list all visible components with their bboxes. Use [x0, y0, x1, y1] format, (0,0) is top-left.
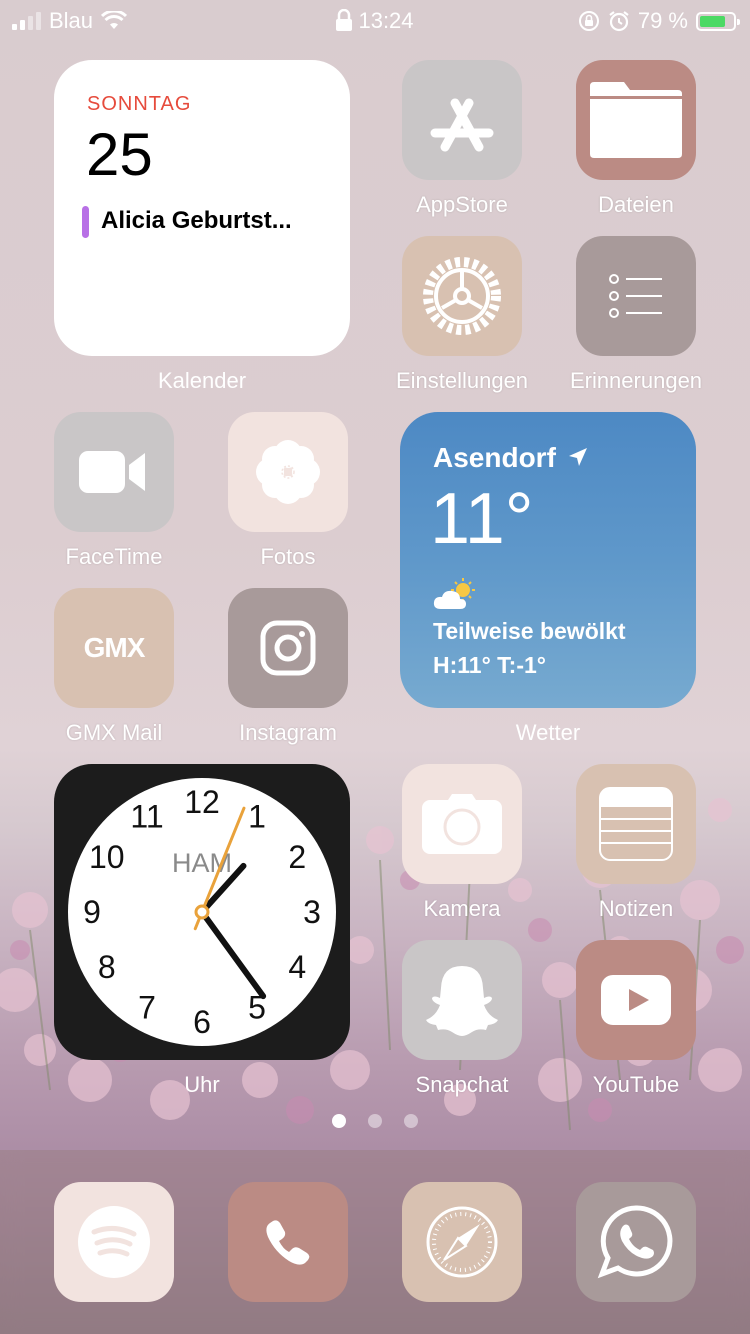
- calendar-date: 25: [86, 121, 153, 188]
- gmx-logo-text: GMX: [83, 632, 146, 663]
- app-label: Erinnerungen: [569, 368, 703, 393]
- gmx-logo-icon: GMX: [54, 588, 174, 708]
- instagram-icon: [228, 588, 348, 708]
- page-indicator[interactable]: [0, 1114, 750, 1128]
- notes-icon: [576, 764, 696, 884]
- dock-spotify[interactable]: [54, 1182, 174, 1302]
- clock-number: 9: [83, 894, 101, 930]
- app-gmx-mail[interactable]: GMX GMX Mail: [54, 588, 174, 746]
- app-einstellungen[interactable]: Einstellungen: [396, 236, 528, 394]
- dock: [0, 1150, 750, 1334]
- app-label: Fotos: [260, 544, 316, 569]
- clock-number: 3: [303, 894, 321, 930]
- battery-percent: 79 %: [637, 8, 688, 33]
- clock-number: 6: [193, 1004, 211, 1040]
- calendar-widget-label: Kalender: [157, 368, 247, 393]
- status-bar: Blau 13:24 79 %: [0, 0, 750, 40]
- location-arrow-icon: [568, 448, 587, 466]
- orientation-lock-icon: [578, 11, 599, 31]
- app-label: Einstellungen: [395, 368, 529, 393]
- page-dot[interactable]: [404, 1114, 418, 1128]
- safari-compass-icon: [402, 1182, 522, 1302]
- dock-safari[interactable]: [402, 1182, 522, 1302]
- clock-center-pin: [194, 904, 210, 920]
- analog-clock-face: HAM 12 1234567891011: [68, 778, 336, 1046]
- dock-whatsapp[interactable]: [576, 1182, 696, 1302]
- app-instagram[interactable]: Instagram: [228, 588, 348, 746]
- settings-gear-icon: [402, 236, 522, 356]
- alarm-icon: [609, 11, 629, 32]
- appstore-icon: [402, 60, 522, 180]
- app-fotos[interactable]: Fotos: [228, 412, 348, 570]
- app-dateien[interactable]: Dateien: [576, 60, 696, 218]
- page-dot[interactable]: [332, 1114, 346, 1128]
- weather-widget[interactable]: Asendorf 11° Teilweise bewölkt H:11° T:-…: [400, 412, 696, 708]
- weather-temperature: 11°: [430, 479, 534, 559]
- clock-number: 7: [138, 989, 156, 1025]
- clock-widget[interactable]: HAM 12 1 2 3 4 5 6 7 8 9 10 11: [54, 764, 350, 1060]
- photos-flower-icon: [228, 412, 348, 532]
- clock-number: 2: [288, 839, 306, 875]
- app-label: Dateien: [598, 192, 674, 217]
- calendar-event: Alicia Geburtst...: [101, 207, 292, 234]
- app-appstore[interactable]: AppStore: [402, 60, 522, 218]
- calendar-event-bar: [82, 206, 89, 238]
- app-label: Notizen: [598, 896, 674, 921]
- app-facetime[interactable]: FaceTime: [54, 412, 174, 570]
- phone-icon: [228, 1182, 348, 1302]
- clock-number: 4: [288, 949, 306, 985]
- weather-city: Asendorf: [433, 442, 588, 474]
- app-label: AppStore: [416, 192, 508, 217]
- clock-number: 8: [98, 949, 116, 985]
- camera-icon: [402, 764, 522, 884]
- spotify-icon: [54, 1182, 174, 1302]
- app-label: Snapchat: [415, 1072, 509, 1097]
- clock-number: 10: [89, 839, 125, 875]
- app-label: Instagram: [239, 720, 337, 745]
- youtube-play-icon: [576, 940, 696, 1060]
- app-label: FaceTime: [65, 544, 163, 569]
- app-label: YouTube: [592, 1072, 680, 1097]
- battery-icon: [696, 11, 740, 31]
- status-time: 13:24: [358, 8, 414, 33]
- reminders-icon: [576, 236, 696, 356]
- clock-number: 11: [130, 799, 163, 835]
- app-snapchat[interactable]: Snapchat: [402, 940, 522, 1098]
- clock-number: 12: [184, 784, 220, 820]
- whatsapp-icon: [576, 1182, 696, 1302]
- folder-icon: [576, 60, 696, 180]
- app-label: Kamera: [423, 896, 501, 921]
- snapchat-ghost-icon: [402, 940, 522, 1060]
- clock-number: 1: [248, 799, 266, 835]
- calendar-widget[interactable]: SONNTAG 25 Alicia Geburtst...: [54, 60, 350, 356]
- app-youtube[interactable]: YouTube: [576, 940, 696, 1098]
- app-notizen[interactable]: Notizen: [576, 764, 696, 922]
- weather-high-low: H:11° T:-1°: [433, 652, 546, 678]
- dock-phone[interactable]: [228, 1182, 348, 1302]
- app-label: GMX Mail: [65, 720, 163, 745]
- video-camera-icon: [54, 412, 174, 532]
- lock-icon: [336, 8, 353, 31]
- app-erinnerungen[interactable]: Erinnerungen: [570, 236, 702, 394]
- weather-condition: Teilweise bewölkt: [433, 618, 626, 644]
- clock-widget-label: Uhr: [184, 1072, 220, 1097]
- weather-widget-label: Wetter: [515, 720, 581, 745]
- page-dot[interactable]: [368, 1114, 382, 1128]
- app-kamera[interactable]: Kamera: [402, 764, 522, 922]
- calendar-day: SONNTAG: [87, 93, 192, 115]
- partly-cloudy-icon: [433, 578, 475, 609]
- status-right: 79 %: [578, 8, 740, 34]
- weather-city-name: Asendorf: [433, 442, 556, 473]
